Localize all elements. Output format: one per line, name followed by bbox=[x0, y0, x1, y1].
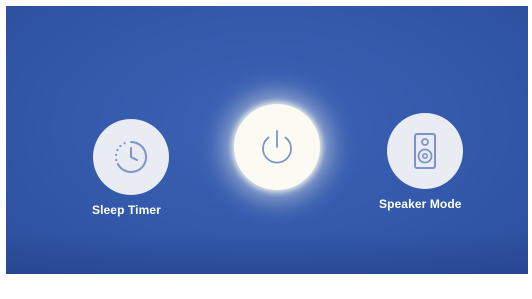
power-icon bbox=[255, 125, 299, 169]
speaker-mode-button[interactable] bbox=[387, 113, 463, 189]
tv-screen: Sleep Timer Speaker Mode bbox=[6, 6, 528, 274]
speaker-mode-label: Speaker Mode bbox=[379, 197, 462, 211]
sleep-timer-label: Sleep Timer bbox=[92, 203, 161, 217]
power-button[interactable] bbox=[234, 104, 320, 190]
speaker-icon bbox=[407, 130, 443, 172]
sleep-timer-icon bbox=[111, 137, 151, 177]
sleep-timer-button[interactable] bbox=[93, 119, 169, 195]
